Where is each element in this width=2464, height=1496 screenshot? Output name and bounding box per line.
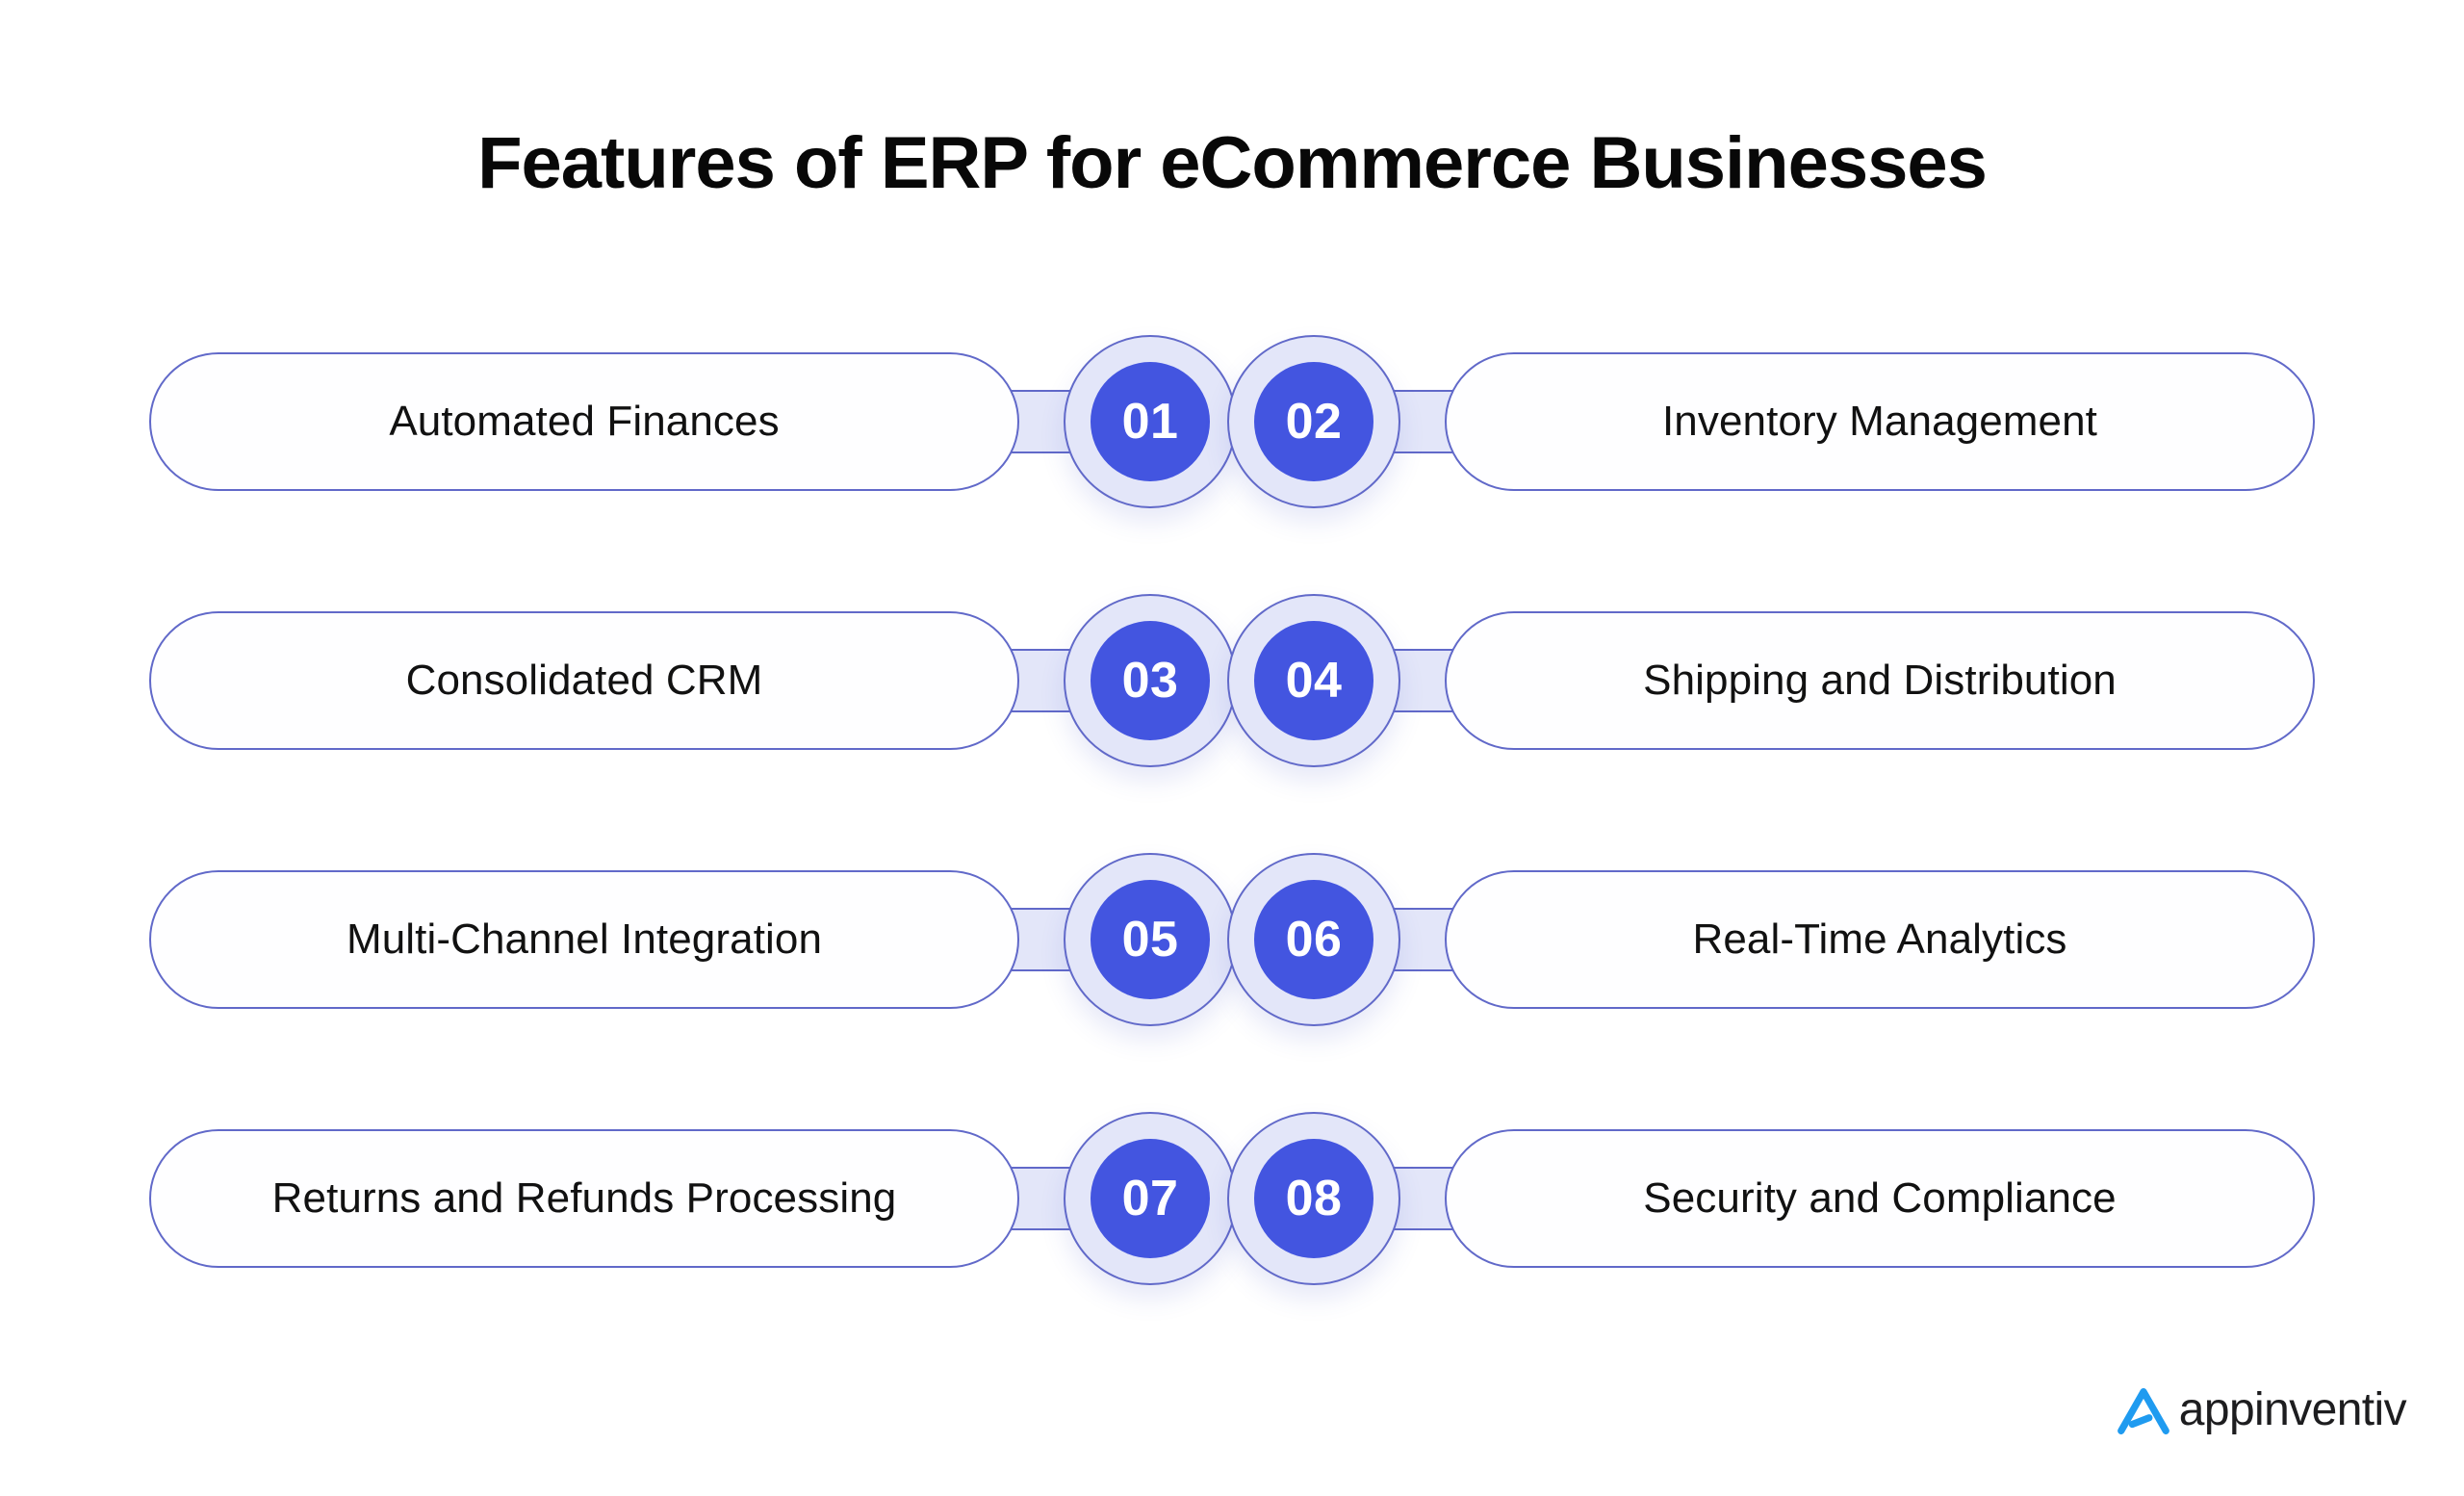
feature-label: Security and Compliance — [1643, 1174, 2117, 1222]
number-badge[interactable]: 05 — [1064, 853, 1237, 1026]
feature-row: Returns and Refunds Processing 07 Securi… — [0, 1112, 2464, 1285]
feature-row: Consolidated CRM 03 Shipping and Distrib… — [0, 594, 2464, 767]
feature-item-left[interactable]: Automated Finances 01 — [149, 335, 1237, 508]
badge-number: 08 — [1285, 1171, 1343, 1226]
feature-label: Real-Time Analytics — [1692, 916, 2067, 963]
feature-label: Consolidated CRM — [405, 657, 763, 704]
feature-item-left[interactable]: Consolidated CRM 03 — [149, 594, 1237, 767]
number-badge[interactable]: 03 — [1064, 594, 1237, 767]
number-badge-inner: 07 — [1091, 1139, 1210, 1258]
number-badge-inner: 01 — [1091, 362, 1210, 481]
badge-number: 02 — [1285, 394, 1343, 450]
feature-pill[interactable]: Inventory Management — [1445, 352, 2315, 491]
feature-pill[interactable]: Automated Finances — [149, 352, 1019, 491]
number-badge-inner: 02 — [1254, 362, 1373, 481]
badge-number: 03 — [1121, 653, 1179, 709]
feature-label: Automated Finances — [389, 398, 780, 445]
badge-number: 01 — [1121, 394, 1179, 450]
feature-pill[interactable]: Real-Time Analytics — [1445, 870, 2315, 1009]
feature-item-right[interactable]: Inventory Management 02 — [1227, 335, 2315, 508]
feature-pill[interactable]: Security and Compliance — [1445, 1129, 2315, 1268]
number-badge[interactable]: 01 — [1064, 335, 1237, 508]
feature-label: Shipping and Distribution — [1643, 657, 2117, 704]
number-badge-inner: 05 — [1091, 880, 1210, 999]
feature-label: Returns and Refunds Processing — [271, 1174, 897, 1222]
number-badge-inner: 08 — [1254, 1139, 1373, 1258]
feature-item-right[interactable]: Shipping and Distribution 04 — [1227, 594, 2315, 767]
feature-pill[interactable]: Multi-Channel Integration — [149, 870, 1019, 1009]
feature-label: Multi-Channel Integration — [346, 916, 823, 963]
number-badge[interactable]: 07 — [1064, 1112, 1237, 1285]
badge-number: 05 — [1121, 912, 1179, 967]
feature-row: Multi-Channel Integration 05 Real-Time A… — [0, 853, 2464, 1026]
feature-label: Inventory Management — [1661, 398, 2098, 445]
number-badge-inner: 03 — [1091, 621, 1210, 740]
number-badge[interactable]: 08 — [1227, 1112, 1400, 1285]
feature-pill[interactable]: Consolidated CRM — [149, 611, 1019, 750]
number-badge[interactable]: 02 — [1227, 335, 1400, 508]
number-badge[interactable]: 06 — [1227, 853, 1400, 1026]
badge-number: 04 — [1285, 653, 1343, 709]
feature-rows: Automated Finances 01 Inventory Manageme… — [0, 335, 2464, 1371]
feature-item-right[interactable]: Security and Compliance 08 — [1227, 1112, 2315, 1285]
appinventiv-a-mark-icon — [2117, 1387, 2169, 1434]
number-badge-inner: 06 — [1254, 880, 1373, 999]
feature-row: Automated Finances 01 Inventory Manageme… — [0, 335, 2464, 508]
infographic-canvas: Features of ERP for eCommerce Businesses… — [0, 0, 2464, 1496]
badge-number: 07 — [1121, 1171, 1179, 1226]
feature-pill[interactable]: Shipping and Distribution — [1445, 611, 2315, 750]
number-badge[interactable]: 04 — [1227, 594, 1400, 767]
brand-logo-text: appinventiv — [2178, 1384, 2407, 1435]
badge-number: 06 — [1285, 912, 1343, 967]
feature-item-left[interactable]: Returns and Refunds Processing 07 — [149, 1112, 1237, 1285]
brand-logo[interactable]: appinventiv — [2114, 1380, 2407, 1440]
number-badge-inner: 04 — [1254, 621, 1373, 740]
feature-item-right[interactable]: Real-Time Analytics 06 — [1227, 853, 2315, 1026]
page-title: Features of ERP for eCommerce Businesses — [477, 122, 1988, 204]
feature-item-left[interactable]: Multi-Channel Integration 05 — [149, 853, 1237, 1026]
feature-pill[interactable]: Returns and Refunds Processing — [149, 1129, 1019, 1268]
